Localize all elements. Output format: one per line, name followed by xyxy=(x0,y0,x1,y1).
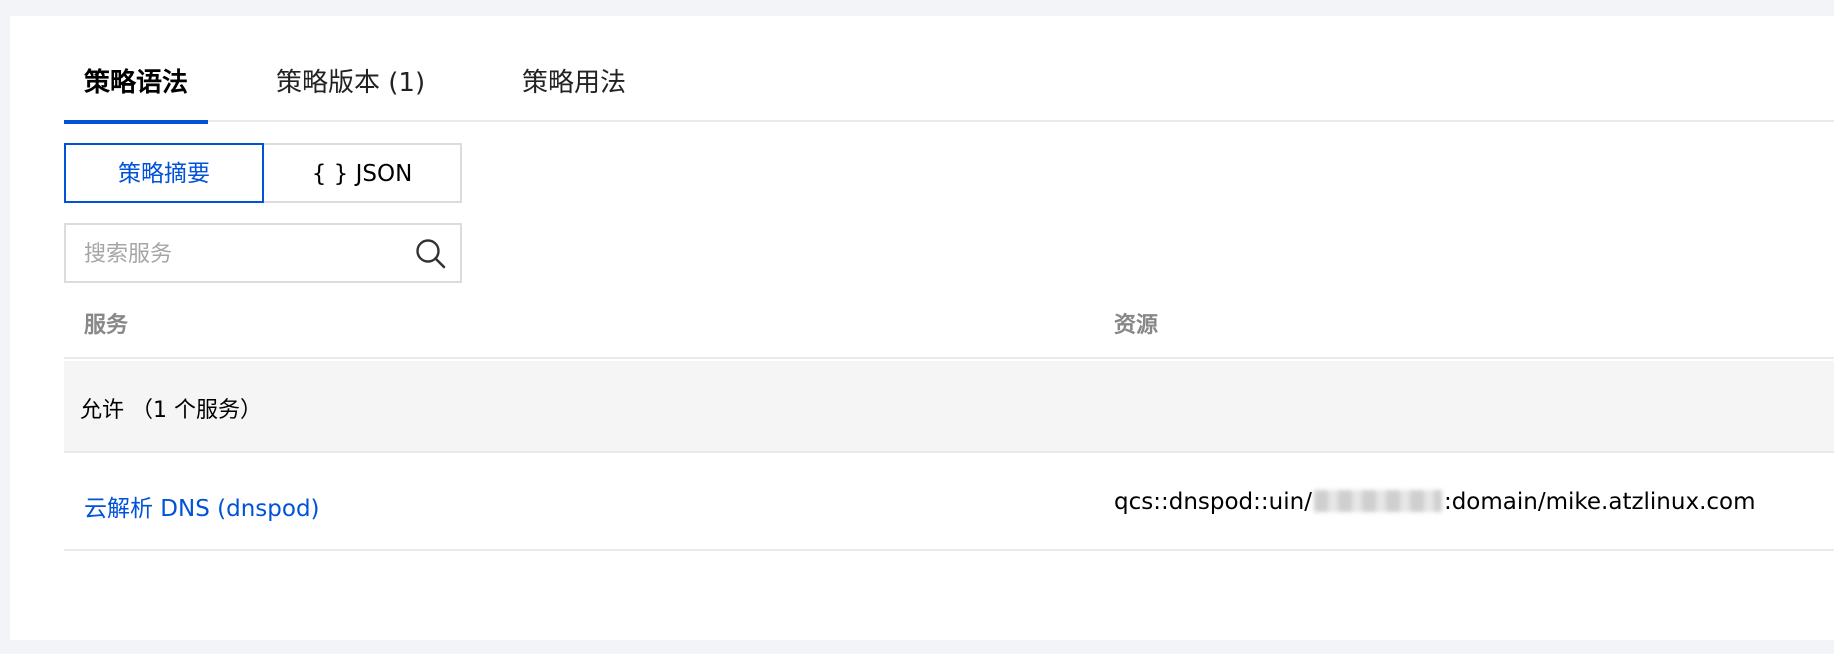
tab-bar: 策略语法 策略版本 (1) 策略用法 xyxy=(63,56,1834,124)
table-row: 云解析 DNS (dnspod) qcs::dnspod::uin/ :domai… xyxy=(64,455,1834,551)
tab-policy-usage[interactable]: 策略用法 xyxy=(522,56,626,122)
resource-suffix: :domain/mike.atzlinux.com xyxy=(1443,489,1756,515)
search-icon[interactable] xyxy=(414,237,448,271)
tab-policy-syntax[interactable]: 策略语法 xyxy=(63,56,209,124)
column-header-service: 服务 xyxy=(84,313,129,338)
column-header-resource: 资源 xyxy=(1114,313,1159,338)
json-view-toggle[interactable]: { } JSON xyxy=(262,143,462,203)
tab-policy-versions[interactable]: 策略版本 (1) xyxy=(276,56,425,122)
policy-summary-toggle[interactable]: 策略摘要 xyxy=(64,143,264,203)
service-link-dnspod[interactable]: 云解析 DNS (dnspod) xyxy=(84,489,320,523)
allow-group-row: 允许 （1 个服务） xyxy=(64,361,1834,453)
resource-prefix: qcs::dnspod::uin/ xyxy=(1114,489,1312,515)
search-input[interactable] xyxy=(84,235,384,273)
service-search-box xyxy=(64,223,462,283)
resource-value: qcs::dnspod::uin/ :domain/mike.atzlinux.c… xyxy=(1114,489,1756,515)
redacted-uin xyxy=(1313,490,1442,512)
table-header: 服务 资源 xyxy=(64,283,1834,359)
allow-group-label: 允许 （1 个服务） xyxy=(80,398,262,423)
